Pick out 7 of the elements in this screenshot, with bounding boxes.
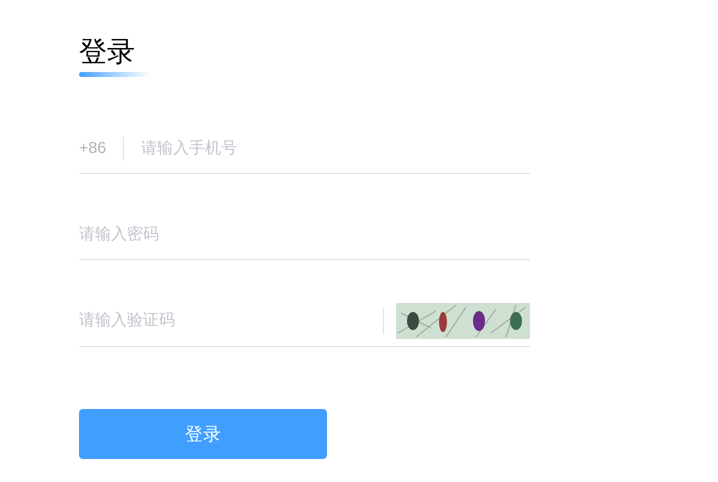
login-button[interactable]: 登录 — [79, 409, 327, 459]
phone-input[interactable]: 请输入手机号 — [141, 136, 530, 160]
country-code: +86 — [79, 136, 124, 160]
page-title: 登录 — [79, 34, 135, 70]
title-underline — [79, 72, 151, 77]
password-input[interactable]: 请输入密码 — [79, 222, 530, 246]
captcha-input[interactable]: 请输入验证码 — [79, 309, 375, 333]
